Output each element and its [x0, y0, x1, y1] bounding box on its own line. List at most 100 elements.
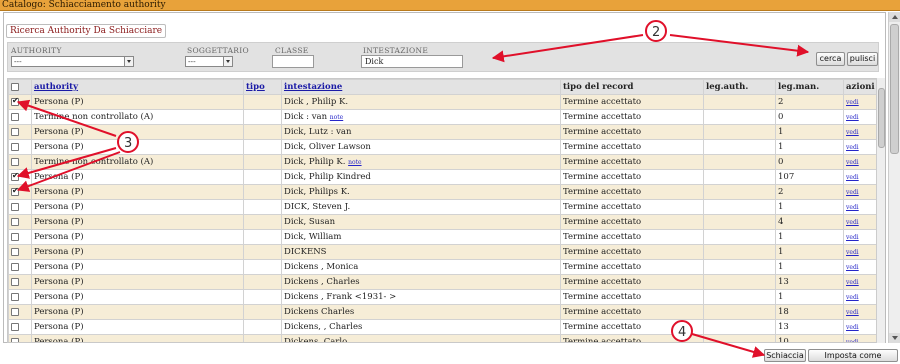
- table-row: Persona (P) DICK, Steven J. Termine accett…: [8, 199, 878, 215]
- cell-leg-man: 18: [775, 304, 844, 320]
- scroll-up-icon[interactable]: [889, 12, 900, 22]
- row-checkbox[interactable]: [11, 217, 19, 226]
- note-link[interactable]: note: [348, 159, 361, 166]
- row-checkbox[interactable]: [11, 322, 19, 331]
- view-link[interactable]: vedi: [846, 159, 859, 166]
- table-row: Persona (P) Dick, Oliver Lawson Termine ac…: [8, 139, 878, 155]
- table-scroll-thumb[interactable]: [878, 88, 885, 148]
- table-row: Persona (P) Dickens , Monica Termine accet…: [8, 259, 878, 275]
- view-link[interactable]: vedi: [846, 189, 859, 196]
- row-checkbox-cell[interactable]: [8, 259, 32, 275]
- select-all-checkbox-cell[interactable]: [8, 79, 32, 95]
- row-checkbox[interactable]: [11, 171, 19, 181]
- row-checkbox[interactable]: [11, 307, 19, 316]
- view-link[interactable]: vedi: [846, 204, 859, 211]
- row-checkbox[interactable]: [11, 142, 19, 151]
- row-checkbox-cell[interactable]: [8, 199, 32, 215]
- cell-leg-auth: [703, 199, 776, 215]
- set-variants-button[interactable]: Imposta come varianti: [808, 349, 898, 364]
- intestazione-input[interactable]: Dick: [361, 55, 463, 68]
- row-checkbox-cell[interactable]: [8, 139, 32, 155]
- row-checkbox[interactable]: [11, 337, 19, 342]
- row-checkbox-cell[interactable]: [8, 214, 32, 230]
- table-row: Persona (P) Dickens , Frank <1931- > Termi…: [8, 289, 878, 305]
- row-checkbox[interactable]: [11, 112, 19, 121]
- view-link[interactable]: vedi: [846, 339, 859, 342]
- row-checkbox-cell[interactable]: [8, 94, 32, 110]
- page-scroll-thumb[interactable]: [890, 24, 899, 154]
- cell-azioni: vedi: [843, 244, 878, 260]
- row-checkbox[interactable]: [11, 247, 19, 256]
- header-tipo[interactable]: tipo: [243, 79, 282, 95]
- header-intestazione[interactable]: intestazione: [281, 79, 561, 95]
- intestazione-text: Dickens, Carlo: [284, 337, 348, 343]
- classe-input[interactable]: [272, 55, 314, 68]
- view-link[interactable]: vedi: [846, 264, 859, 271]
- cell-azioni: vedi: [843, 154, 878, 170]
- clear-button[interactable]: pulisci: [847, 52, 878, 66]
- row-checkbox[interactable]: [11, 186, 19, 196]
- view-link[interactable]: vedi: [846, 249, 859, 256]
- merge-button[interactable]: Schiaccia: [764, 349, 806, 362]
- header-leg-man: leg.man.: [775, 79, 844, 95]
- row-checkbox-cell[interactable]: [8, 154, 32, 170]
- view-link[interactable]: vedi: [846, 114, 859, 121]
- cell-leg-auth: [703, 334, 776, 342]
- row-checkbox-cell[interactable]: [8, 244, 32, 260]
- view-link[interactable]: vedi: [846, 294, 859, 301]
- row-checkbox[interactable]: [11, 127, 19, 136]
- cell-azioni: vedi: [843, 334, 878, 342]
- results-table: authority tipo intestazione tipo del rec…: [8, 79, 878, 343]
- row-checkbox-cell[interactable]: [8, 319, 32, 335]
- intestazione-text: Dick : van: [284, 112, 328, 122]
- cell-authority: Persona (P): [31, 214, 244, 230]
- cell-tipo-record: Termine accettato: [560, 94, 704, 110]
- cell-authority: Persona (P): [31, 244, 244, 260]
- view-link[interactable]: vedi: [846, 234, 859, 241]
- page-scrollbar[interactable]: [888, 12, 900, 343]
- header-azioni: azioni: [843, 79, 878, 95]
- table-scrollbar[interactable]: [876, 78, 885, 343]
- search-button[interactable]: cerca: [816, 52, 845, 66]
- view-link[interactable]: vedi: [846, 99, 859, 106]
- row-checkbox-cell[interactable]: [8, 124, 32, 140]
- row-checkbox[interactable]: [11, 157, 19, 166]
- row-checkbox-cell[interactable]: [8, 184, 32, 200]
- authority-select[interactable]: ---: [11, 56, 134, 67]
- cell-authority: Persona (P): [31, 304, 244, 320]
- row-checkbox-cell[interactable]: [8, 289, 32, 305]
- view-link[interactable]: vedi: [846, 279, 859, 286]
- view-link[interactable]: vedi: [846, 309, 859, 316]
- header-authority[interactable]: authority: [31, 79, 244, 95]
- table-row: Persona (P) Dick, Philip Kindred Termine a…: [8, 169, 878, 185]
- row-checkbox[interactable]: [11, 262, 19, 271]
- cell-intestazione: Dickens Charles: [281, 304, 561, 320]
- cell-tipo-record: Termine accettato: [560, 244, 704, 260]
- cell-authority: Persona (P): [31, 169, 244, 185]
- table-row: Persona (P) Dick, William Termine accettat…: [8, 229, 878, 245]
- cell-tipo: [243, 229, 282, 245]
- row-checkbox-cell[interactable]: [8, 334, 32, 342]
- row-checkbox[interactable]: [11, 232, 19, 241]
- view-link[interactable]: vedi: [846, 324, 859, 331]
- select-all-checkbox[interactable]: [11, 82, 19, 91]
- soggettario-select[interactable]: ---: [185, 56, 233, 67]
- row-checkbox-cell[interactable]: [8, 274, 32, 290]
- row-checkbox-cell[interactable]: [8, 229, 32, 245]
- row-checkbox-cell[interactable]: [8, 169, 32, 185]
- intestazione-text: Dickens , Monica: [284, 262, 359, 272]
- view-link[interactable]: vedi: [846, 219, 859, 226]
- view-link[interactable]: vedi: [846, 129, 859, 136]
- row-checkbox-cell[interactable]: [8, 109, 32, 125]
- cell-tipo-record: Termine accettato: [560, 169, 704, 185]
- row-checkbox-cell[interactable]: [8, 304, 32, 320]
- row-checkbox[interactable]: [11, 277, 19, 286]
- row-checkbox[interactable]: [11, 292, 19, 301]
- view-link[interactable]: vedi: [846, 174, 859, 181]
- row-checkbox[interactable]: [11, 202, 19, 211]
- view-link[interactable]: vedi: [846, 144, 859, 151]
- row-checkbox[interactable]: [11, 96, 19, 106]
- cell-azioni: vedi: [843, 274, 878, 290]
- scroll-down-icon[interactable]: [889, 333, 900, 343]
- note-link[interactable]: note: [330, 114, 343, 121]
